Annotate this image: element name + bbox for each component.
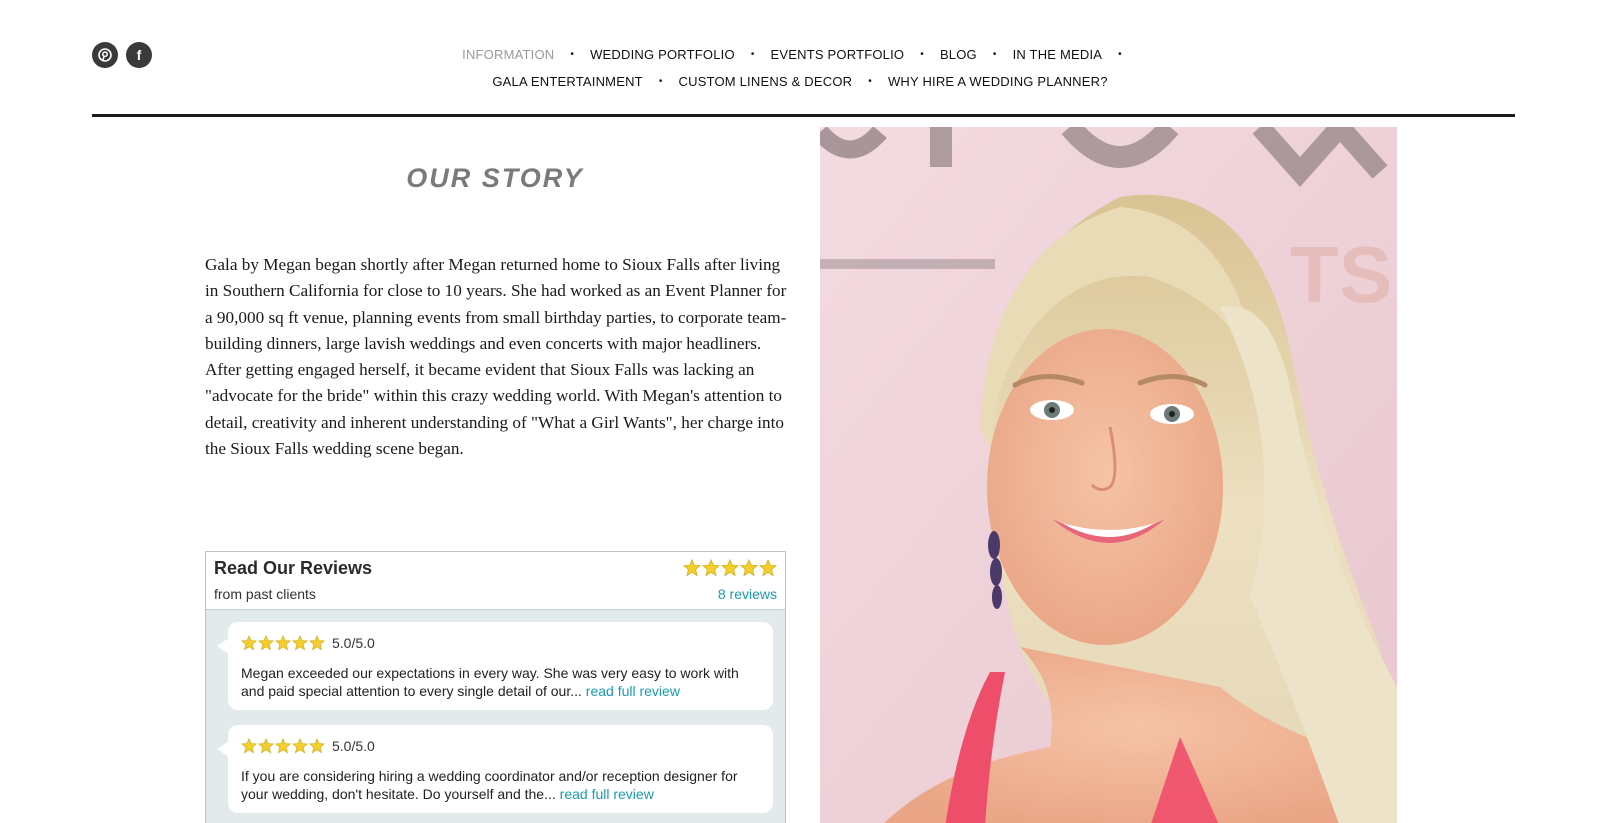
review-excerpt: If you are considering hiring a wedding … (241, 768, 738, 802)
nav-events-portfolio[interactable]: EVENTS PORTFOLIO (771, 47, 905, 62)
star-icon (241, 635, 257, 651)
star-icon (241, 738, 257, 754)
star-icon (258, 738, 274, 754)
nav-separator: • (920, 48, 924, 60)
star-icon (683, 559, 701, 577)
nav-separator: • (868, 75, 872, 87)
star-icon (258, 635, 274, 651)
review-card: 5.0/5.0 Megan exceeded our expectations … (217, 622, 773, 710)
nav-wedding-portfolio[interactable]: WEDDING PORTFOLIO (590, 47, 735, 62)
svg-text:TS: TS (1290, 230, 1392, 319)
nav-in-the-media[interactable]: IN THE MEDIA (1013, 47, 1103, 62)
read-full-review-link[interactable]: read full review (586, 683, 680, 699)
star-icon (740, 559, 758, 577)
social-links: f (92, 42, 152, 68)
read-full-review-link[interactable]: read full review (560, 786, 654, 802)
reviews-subtitle: from past clients (214, 586, 316, 602)
nav-separator: • (658, 75, 663, 87)
review-stars (241, 635, 325, 651)
star-icon (759, 559, 777, 577)
nav-separator: • (570, 48, 575, 60)
portrait-photo: TS (820, 127, 1397, 823)
star-icon (292, 635, 308, 651)
review-card: 5.0/5.0 If you are considering hiring a … (217, 725, 773, 813)
pinterest-button[interactable] (92, 42, 118, 68)
review-stars (241, 738, 325, 754)
star-icon (292, 738, 308, 754)
pinterest-icon (98, 48, 112, 62)
nav-information[interactable]: INFORMATION (462, 47, 554, 62)
star-icon (309, 738, 325, 754)
star-icon (721, 559, 739, 577)
star-icon (702, 559, 720, 577)
star-icon (275, 635, 291, 651)
nav-row-1: INFORMATION • WEDDING PORTFOLIO • EVENTS… (300, 44, 1300, 64)
page-title: OUR STORY (406, 163, 584, 193)
star-icon (309, 635, 325, 651)
header-divider (92, 114, 1515, 117)
star-icon (275, 738, 291, 754)
review-text: If you are considering hiring a wedding … (241, 767, 760, 803)
nav-separator: • (1118, 48, 1122, 60)
story-paragraph: Gala by Megan began shortly after Megan … (205, 255, 787, 459)
review-rating: 5.0/5.0 (241, 632, 760, 654)
review-rating: 5.0/5.0 (241, 735, 760, 757)
reviews-header: Read Our Reviews from past clients 8 rev… (206, 552, 785, 610)
nav-why-hire-planner[interactable]: WHY HIRE A WEDDING PLANNER? (888, 74, 1108, 89)
reviews-widget: Read Our Reviews from past clients 8 rev… (205, 551, 786, 823)
review-score: 5.0/5.0 (332, 738, 375, 754)
review-text: Megan exceeded our expectations in every… (241, 664, 760, 700)
review-score: 5.0/5.0 (332, 635, 375, 651)
nav-custom-linens-decor[interactable]: CUSTOM LINENS & DECOR (679, 74, 853, 89)
nav-separator: • (750, 48, 755, 60)
nav-blog[interactable]: BLOG (940, 47, 977, 62)
portrait-illustration: TS (820, 127, 1397, 823)
reviews-list: 5.0/5.0 Megan exceeded our expectations … (206, 610, 785, 823)
reviews-count-link[interactable]: 8 reviews (718, 586, 777, 602)
nav-separator: • (992, 48, 997, 60)
facebook-icon: f (136, 47, 142, 63)
facebook-button[interactable]: f (126, 42, 152, 68)
nav-row-2: GALA ENTERTAINMENT • CUSTOM LINENS & DEC… (300, 71, 1300, 91)
nav-gala-entertainment[interactable]: GALA ENTERTAINMENT (492, 74, 642, 89)
reviews-title[interactable]: Read Our Reviews (214, 558, 372, 579)
overall-rating-stars (683, 559, 777, 577)
main-nav: INFORMATION • WEDDING PORTFOLIO • EVENTS… (300, 44, 1300, 98)
